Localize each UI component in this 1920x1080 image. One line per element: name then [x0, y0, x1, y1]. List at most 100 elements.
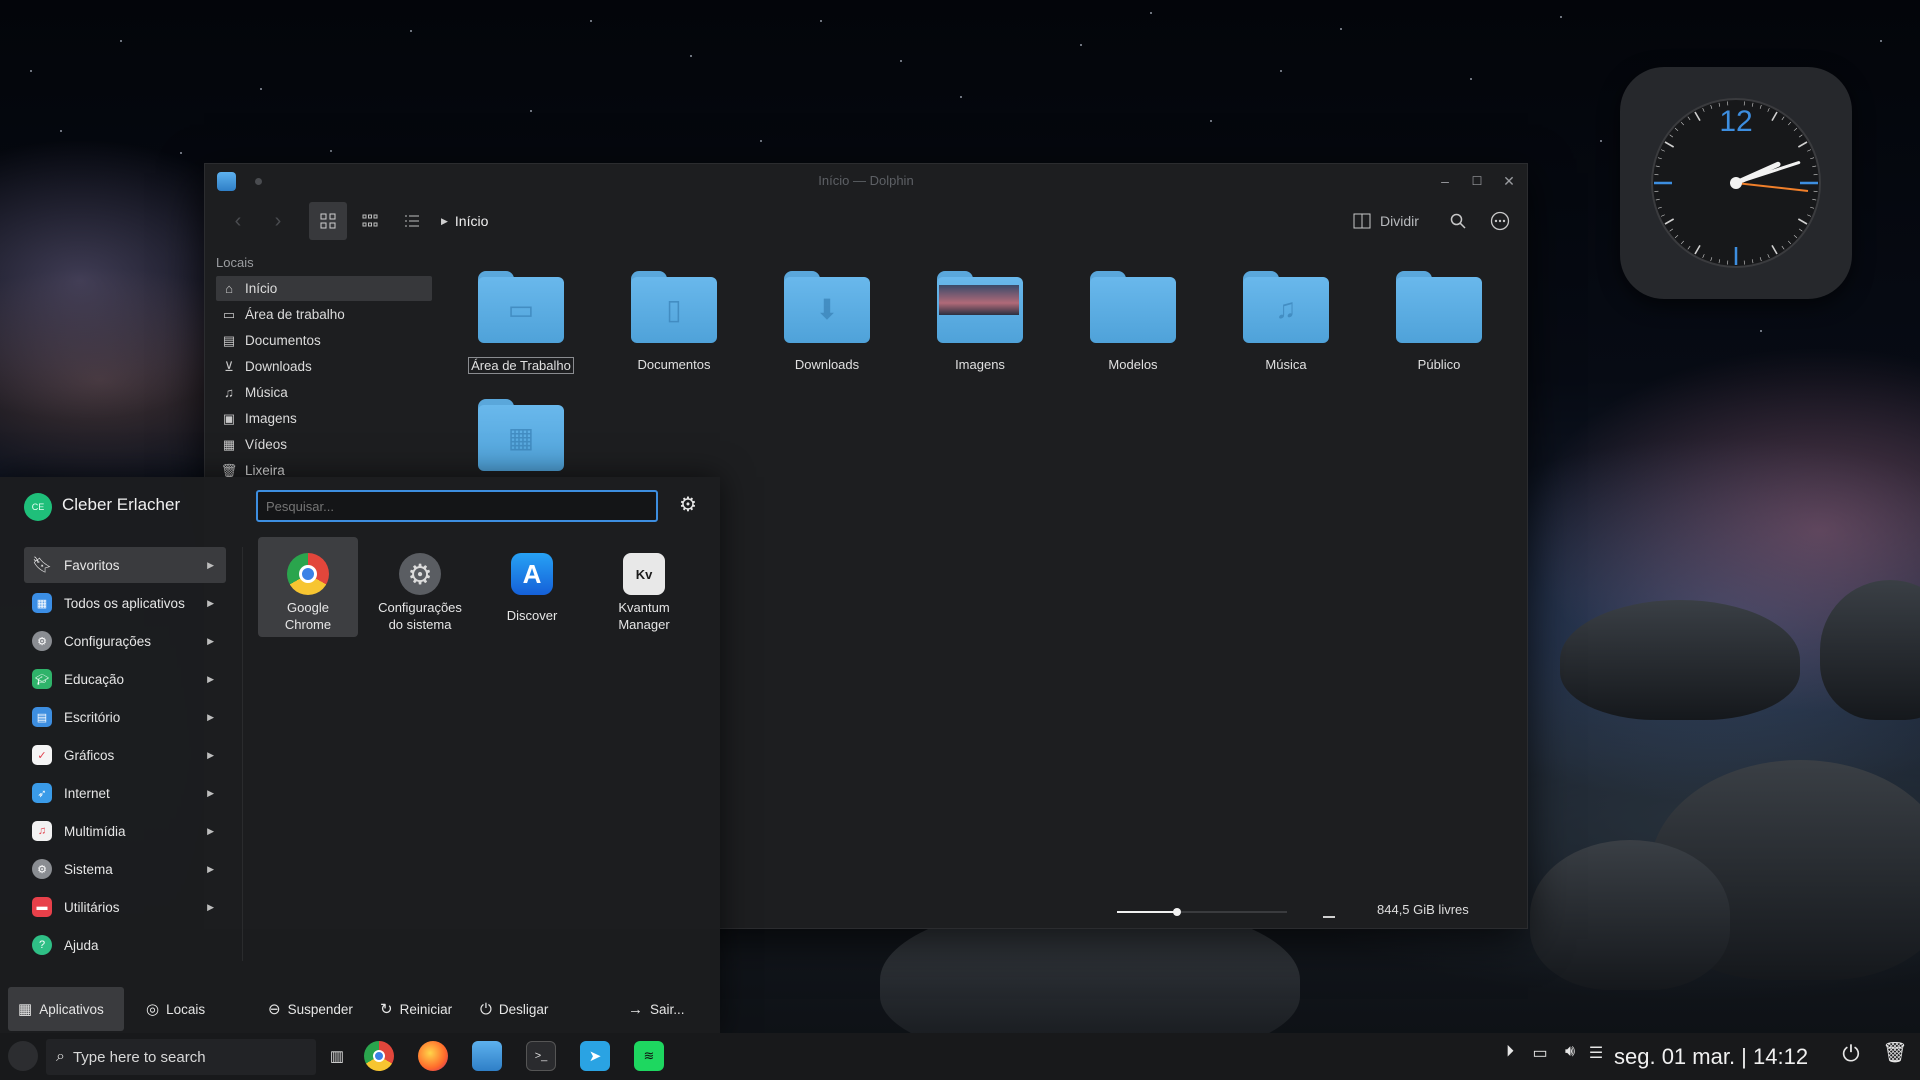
place-documents[interactable]: ▤ Documentos [216, 328, 432, 353]
app-system-settings[interactable]: ⚙ Configurações do sistema [370, 537, 470, 637]
category-label: Ajuda [64, 937, 99, 953]
back-button[interactable]: ‹ [223, 202, 253, 240]
icons-view-button[interactable] [309, 202, 347, 240]
action-label: Suspender [287, 1001, 353, 1017]
apps-grid-icon: ▦ [18, 1001, 33, 1018]
app-kvantum-manager[interactable]: Kv Kvantum Manager [594, 537, 694, 637]
close-button[interactable]: ✕ [1499, 171, 1519, 191]
forward-button[interactable]: › [263, 202, 293, 240]
media-play-icon[interactable]: ⏵ [1498, 1043, 1522, 1067]
toggles-icon[interactable]: ☰ [1584, 1043, 1608, 1067]
folder-documents[interactable]: ▯ Documentos [614, 271, 734, 372]
app-label: Google [287, 600, 329, 615]
category-settings[interactable]: ⚙ Configurações ▶ [24, 623, 226, 659]
app-google-chrome[interactable]: Google Chrome [258, 537, 358, 637]
desktop-icon: ▭ [507, 294, 535, 325]
taskbar: ⌕ Type here to search ▥ >_ ➤ ≋ ⏵ ▭ 🔊︎ ☰ … [0, 1033, 1920, 1080]
clock-datetime[interactable]: seg. 01 mar. | 14:12 [1614, 1033, 1808, 1080]
power-icon[interactable]: ⏻ [1836, 1041, 1866, 1066]
task-view-icon[interactable]: ▥ [322, 1041, 352, 1071]
app-label: Manager [618, 617, 670, 632]
system-settings-icon: ⚙ [399, 553, 441, 595]
tab-applications[interactable]: ▦ Aplicativos [8, 987, 124, 1031]
category-label: Gráficos [64, 747, 115, 763]
action-label: Desligar [498, 1001, 549, 1017]
folder-public[interactable]: Público [1379, 271, 1499, 372]
titlebar[interactable]: Início — Dolphin – ☐ ✕ [205, 164, 1527, 198]
breadcrumb-current: Início [454, 213, 489, 229]
app-menu-button[interactable] [8, 1041, 38, 1071]
tab-places[interactable]: ◎ Locais [146, 987, 205, 1031]
search-input[interactable] [256, 490, 658, 522]
folder-desktop[interactable]: ▭ Área de Trabalho [461, 271, 581, 375]
chevron-right-icon: ▶ [207, 787, 214, 798]
folder-label: Modelos [1108, 357, 1158, 372]
category-utilities[interactable]: ▬ Utilitários ▶ [24, 889, 226, 925]
split-button[interactable]: Dividir [1353, 202, 1419, 240]
place-videos[interactable]: ▦ Vídeos [216, 432, 432, 457]
place-label: Imagens [245, 411, 297, 426]
volume-icon[interactable]: 🔊︎ [1558, 1043, 1582, 1067]
place-home[interactable]: ⌂ Início [216, 276, 432, 301]
category-multimedia[interactable]: ♫ Multimídia ▶ [24, 813, 226, 849]
clock-widget[interactable]: 12 [1620, 67, 1852, 299]
category-graphics[interactable]: ✓ Gráficos ▶ [24, 737, 226, 773]
terminal-taskbar-icon[interactable]: >_ [526, 1041, 556, 1071]
category-office[interactable]: ▤ Escritório ▶ [24, 699, 226, 735]
more-options-icon [1490, 211, 1510, 231]
place-music[interactable]: ♫ Música [216, 380, 432, 405]
place-label: Documentos [245, 333, 321, 348]
folder-label: Imagens [955, 357, 1005, 372]
zoom-slider-fill [1117, 911, 1177, 913]
free-space-label: 844,5 GiB livres [1377, 902, 1469, 917]
compact-view-button[interactable] [351, 202, 389, 240]
category-favorites[interactable]: 🔖︎ Favoritos ▶ [24, 547, 226, 583]
minimize-button[interactable]: – [1435, 171, 1455, 191]
suspend-button[interactable]: ⊖ Suspender [268, 987, 353, 1031]
category-system[interactable]: ⚙ Sistema ▶ [24, 851, 226, 887]
restart-button[interactable]: ↻ Reiniciar [380, 987, 452, 1031]
image-icon: ▣ [222, 410, 236, 426]
folder-templates[interactable]: Modelos [1073, 271, 1193, 372]
app-discover[interactable]: A Discover [482, 537, 582, 637]
power-icon: ⏻ [480, 1000, 492, 1018]
folder-pictures[interactable]: Imagens [920, 271, 1040, 372]
avatar[interactable]: CE [24, 493, 52, 521]
breadcrumb-arrow-icon: ▶ [441, 215, 448, 226]
chevron-right-icon: ▶ [207, 749, 214, 760]
chrome-taskbar-icon[interactable] [364, 1041, 394, 1071]
taskbar-search[interactable]: ⌕ Type here to search [46, 1039, 316, 1075]
maximize-button[interactable]: ☐ [1467, 171, 1487, 191]
folder-downloads[interactable]: ⬇ Downloads [767, 271, 887, 372]
gear-icon[interactable]: ⚙ [676, 493, 700, 517]
trash-icon[interactable]: 🗑 [1880, 1040, 1910, 1064]
search-icon: ⌕ [56, 1048, 65, 1065]
search-button[interactable] [1443, 202, 1473, 240]
category-all-apps[interactable]: ▦ Todos os aplicativos ▶ [24, 585, 226, 621]
category-education[interactable]: 🎓︎ Educação ▶ [24, 661, 226, 697]
firefox-taskbar-icon[interactable] [418, 1041, 448, 1071]
folder-music[interactable]: ♫ Música [1226, 271, 1346, 372]
spotify-taskbar-icon[interactable]: ≋ [634, 1041, 664, 1071]
category-help[interactable]: ? Ajuda [24, 927, 226, 963]
window-title: Início — Dolphin [818, 173, 914, 188]
zoom-slider[interactable] [1117, 908, 1287, 916]
notifications-icon[interactable]: ▭ [1528, 1043, 1552, 1067]
zoom-slider-handle[interactable] [1172, 908, 1181, 916]
details-view-button[interactable] [393, 202, 431, 240]
category-internet[interactable]: ➶ Internet ▶ [24, 775, 226, 811]
place-downloads[interactable]: ⊻ Downloads [216, 354, 432, 379]
discover-icon: A [511, 553, 553, 595]
menu-button[interactable] [1485, 202, 1515, 240]
place-pictures[interactable]: ▣ Imagens [216, 406, 432, 431]
place-label: Início [245, 281, 278, 296]
breadcrumb[interactable]: ▶ Início [441, 202, 488, 240]
place-desktop[interactable]: ▭ Área de trabalho [216, 302, 432, 327]
logout-button[interactable]: → Sair... [628, 987, 685, 1031]
folder-label: Downloads [794, 357, 860, 372]
dolphin-taskbar-icon[interactable] [472, 1041, 502, 1071]
telegram-taskbar-icon[interactable]: ➤ [580, 1041, 610, 1071]
shutdown-button[interactable]: ⏻ Desligar [480, 987, 548, 1031]
folder-videos[interactable]: ▦ [461, 399, 581, 471]
graphics-icon: ✓ [32, 745, 52, 765]
